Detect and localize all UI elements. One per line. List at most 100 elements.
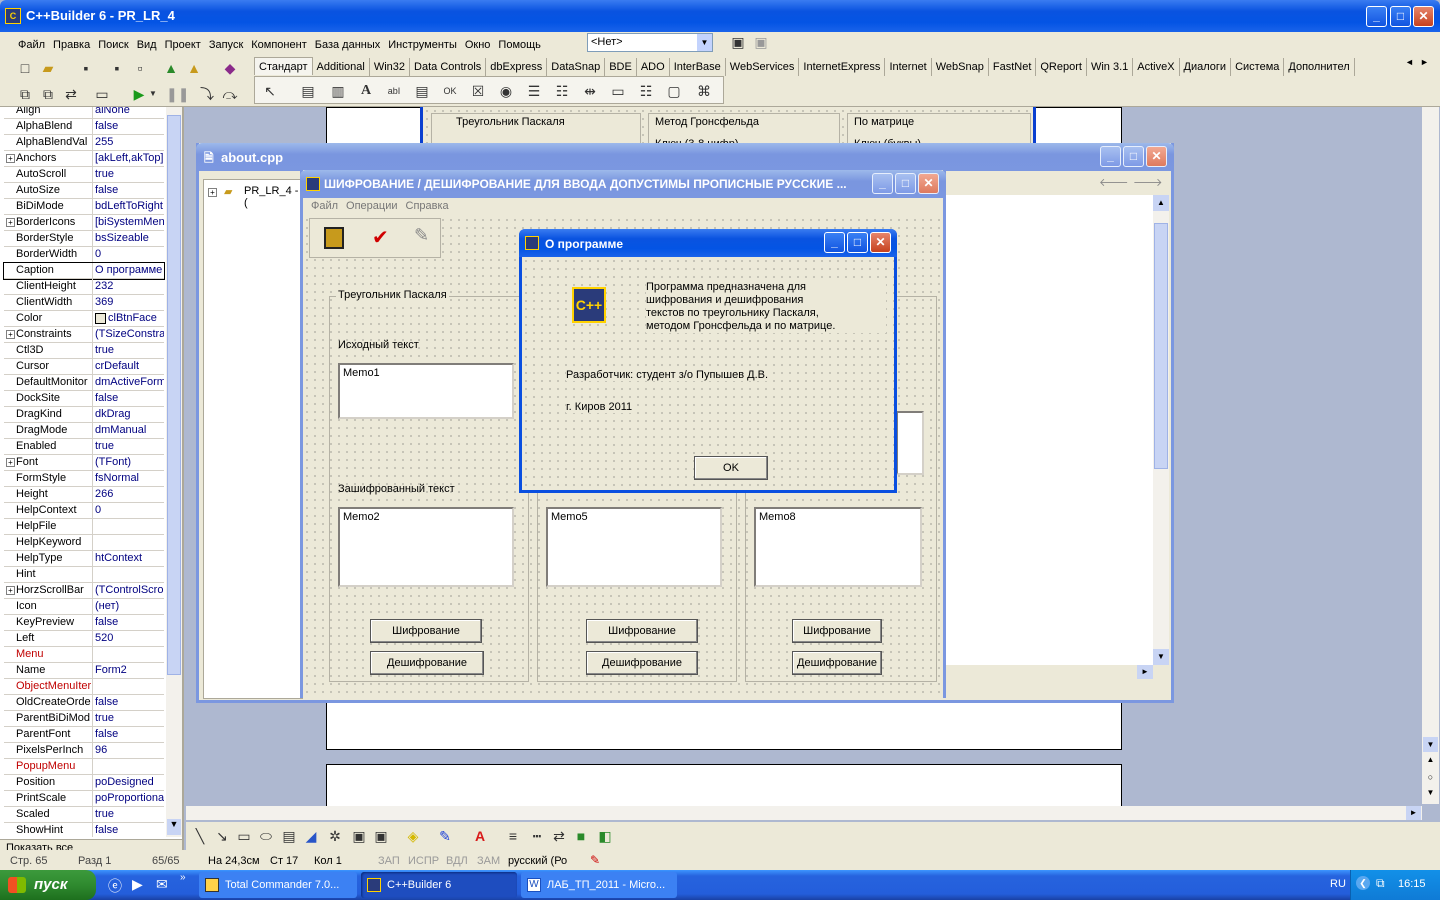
editor-close-button[interactable]: ✕ (1146, 146, 1167, 167)
cipher-titlebar[interactable]: ШИФРОВАНИЕ / ДЕШИФРОВАНИЕ ДЛЯ ВВОДА ДОПУ… (300, 170, 946, 198)
inspector-row-icon[interactable]: Icon (нет) (4, 599, 164, 615)
editor-minimize-button[interactable]: _ (1100, 146, 1121, 167)
inspector-row-bidimode[interactable]: BiDiMode bdLeftToRight (4, 199, 164, 215)
inspector-row-autosize[interactable]: AutoSize false (4, 183, 164, 199)
inspector-row-pixelsperinch[interactable]: PixelsPerInch 96 (4, 743, 164, 759)
picture-icon[interactable]: ▣ (372, 827, 390, 845)
encrypt-button-1[interactable]: Шифрование (370, 619, 482, 643)
task-word[interactable]: W ЛАБ_ТП_2011 - Micro... (521, 872, 677, 898)
menu-tools[interactable]: Инструменты (388, 37, 457, 53)
inspector-row-menu[interactable]: Menu (4, 647, 164, 663)
inspector-row-helpcontext[interactable]: HelpContext 0 (4, 503, 164, 519)
inspector-value[interactable] (92, 647, 164, 663)
memo-icon[interactable]: ▤ (413, 82, 431, 100)
editor-code-area[interactable] (945, 195, 1153, 665)
inspector-row-helpfile[interactable]: HelpFile (4, 519, 164, 535)
palette-tab-data-controls[interactable]: Data Controls (410, 58, 487, 76)
line-style-icon[interactable]: ≡ (504, 827, 522, 845)
inspector-value[interactable] (92, 567, 164, 583)
menu-run[interactable]: Запуск (209, 37, 243, 53)
decrypt-button-3[interactable]: Дешифрование (792, 651, 882, 675)
inspector-value[interactable]: crDefault (92, 359, 164, 375)
inspector-value[interactable]: bdLeftToRight (92, 199, 164, 215)
palette-tab-internetexpress[interactable]: InternetExpress (799, 58, 886, 76)
palette-scroll-right-icon[interactable]: ► (1420, 57, 1429, 67)
menu-view[interactable]: Вид (137, 37, 157, 53)
inspector-row-cursor[interactable]: Cursor crDefault (4, 359, 164, 375)
about-titlebar[interactable]: О программе _ □ ✕ (519, 229, 897, 257)
inspector-row-keypreview[interactable]: KeyPreview false (4, 615, 164, 631)
editor-maximize-button[interactable]: □ (1123, 146, 1144, 167)
status-ext[interactable]: ВДЛ (446, 855, 468, 867)
palette-tab-bde[interactable]: BDE (605, 58, 637, 76)
inspector-value[interactable]: (TFont) (92, 455, 164, 471)
shadow-icon[interactable]: ■ (572, 827, 590, 845)
radiogroup-icon[interactable]: ☷ (637, 82, 655, 100)
pause-icon[interactable]: ❚❚ (166, 85, 189, 103)
inspector-row-docksite[interactable]: DockSite false (4, 391, 164, 407)
inspector-row-borderstyle[interactable]: BorderStyle bsSizeable (4, 231, 164, 247)
inspector-value[interactable]: bsSizeable (92, 231, 164, 247)
inspector-row-horzscrollbar[interactable]: + HorzScrollBar (TControlScroll (4, 583, 164, 599)
inspector-row-caption[interactable]: Caption О программе (3, 262, 165, 280)
word-next-page-icon[interactable]: ▼ (1423, 788, 1438, 803)
ide-titlebar[interactable]: C C++Builder 6 - PR_LR_4 _ □ ✕ (0, 0, 1440, 32)
cipher-minimize-button[interactable]: _ (872, 173, 893, 194)
inspector-row-borderwidth[interactable]: BorderWidth 0 (4, 247, 164, 263)
checkbox-icon[interactable]: ☒ (469, 82, 487, 100)
inspector-row-helpkeyword[interactable]: HelpKeyword (4, 535, 164, 551)
inspector-value[interactable]: true (92, 167, 164, 183)
editor-hscroll-right-icon[interactable]: ► (1137, 665, 1153, 679)
inspector-value[interactable]: 0 (92, 503, 164, 519)
inspector-value[interactable] (92, 535, 164, 551)
inspector-row-formstyle[interactable]: FormStyle fsNormal (4, 471, 164, 487)
maximize-button[interactable]: □ (1390, 6, 1411, 27)
status-rec[interactable]: ЗАП (378, 855, 400, 867)
palette-tab-datasnap[interactable]: DataSnap (547, 58, 606, 76)
palette-tab-win32[interactable]: Win32 (370, 58, 411, 76)
palette-tab-more[interactable]: Дополнител (1284, 58, 1355, 76)
cipher-menu-operations[interactable]: Операции (346, 200, 397, 212)
inspector-row-clientheight[interactable]: ClientHeight 232 (4, 279, 164, 295)
inspector-row-enabled[interactable]: Enabled true (4, 439, 164, 455)
editor-scroll-thumb[interactable] (1154, 223, 1168, 469)
palette-tab-interbase[interactable]: InterBase (670, 58, 726, 76)
status-fix[interactable]: ИСПР (408, 855, 439, 867)
inspector-value[interactable]: [biSystemMenu (92, 215, 164, 231)
save-desktop-icon[interactable]: ▣ (729, 33, 747, 51)
expand-plus-icon[interactable]: + (6, 153, 15, 163)
inspector-value[interactable]: poProportional (92, 791, 164, 807)
tree-expand-icon[interactable]: + (208, 188, 217, 197)
palette-tab-websnap[interactable]: WebSnap (932, 58, 989, 76)
inspector-value[interactable]: 520 (92, 631, 164, 647)
inspector-row-helptype[interactable]: HelpType htContext (4, 551, 164, 567)
start-button[interactable]: пуск (0, 870, 96, 900)
cipher-menu-help[interactable]: Справка (406, 200, 449, 212)
inspector-value[interactable]: poDesigned (92, 775, 164, 791)
3d-icon[interactable]: ◧ (596, 827, 614, 845)
status-ovr[interactable]: ЗАМ (477, 855, 500, 867)
inspector-row-showhint[interactable]: ShowHint false (4, 823, 164, 837)
memo2[interactable]: Memo2 (338, 507, 514, 587)
memo1[interactable]: Memo1 (338, 363, 514, 419)
quicklaunch-more-icon[interactable]: » (180, 872, 186, 883)
inspector-value[interactable] (92, 679, 164, 695)
memo5[interactable]: Memo5 (546, 507, 722, 587)
inspector-row-hint[interactable]: Hint (4, 567, 164, 583)
run-dropdown-icon[interactable]: ▼ (148, 85, 158, 103)
decrypt-button-2[interactable]: Дешифрование (586, 651, 698, 675)
wordart-icon[interactable]: ◢ (302, 827, 320, 845)
palette-scroll-left-icon[interactable]: ◄ (1405, 57, 1414, 67)
inspector-row-parentbidimod[interactable]: ParentBiDiMod true (4, 711, 164, 727)
dash-style-icon[interactable]: ┅ (528, 827, 546, 845)
network-icon[interactable]: ⧉ (1376, 876, 1385, 891)
mainmenu-icon[interactable]: ▥ (329, 82, 347, 100)
inspector-value[interactable]: [akLeft,akTop] (92, 151, 164, 167)
palette-tab-system[interactable]: Система (1231, 58, 1285, 76)
edit-icon[interactable]: abI (385, 82, 403, 100)
inspector-value[interactable]: true (92, 711, 164, 727)
inspector-row-scaled[interactable]: Scaled true (4, 807, 164, 823)
palette-tab-dialogs[interactable]: Диалоги (1180, 58, 1232, 76)
open-icon[interactable]: ▰ (39, 59, 57, 77)
inspector-value[interactable]: 255 (92, 135, 164, 151)
